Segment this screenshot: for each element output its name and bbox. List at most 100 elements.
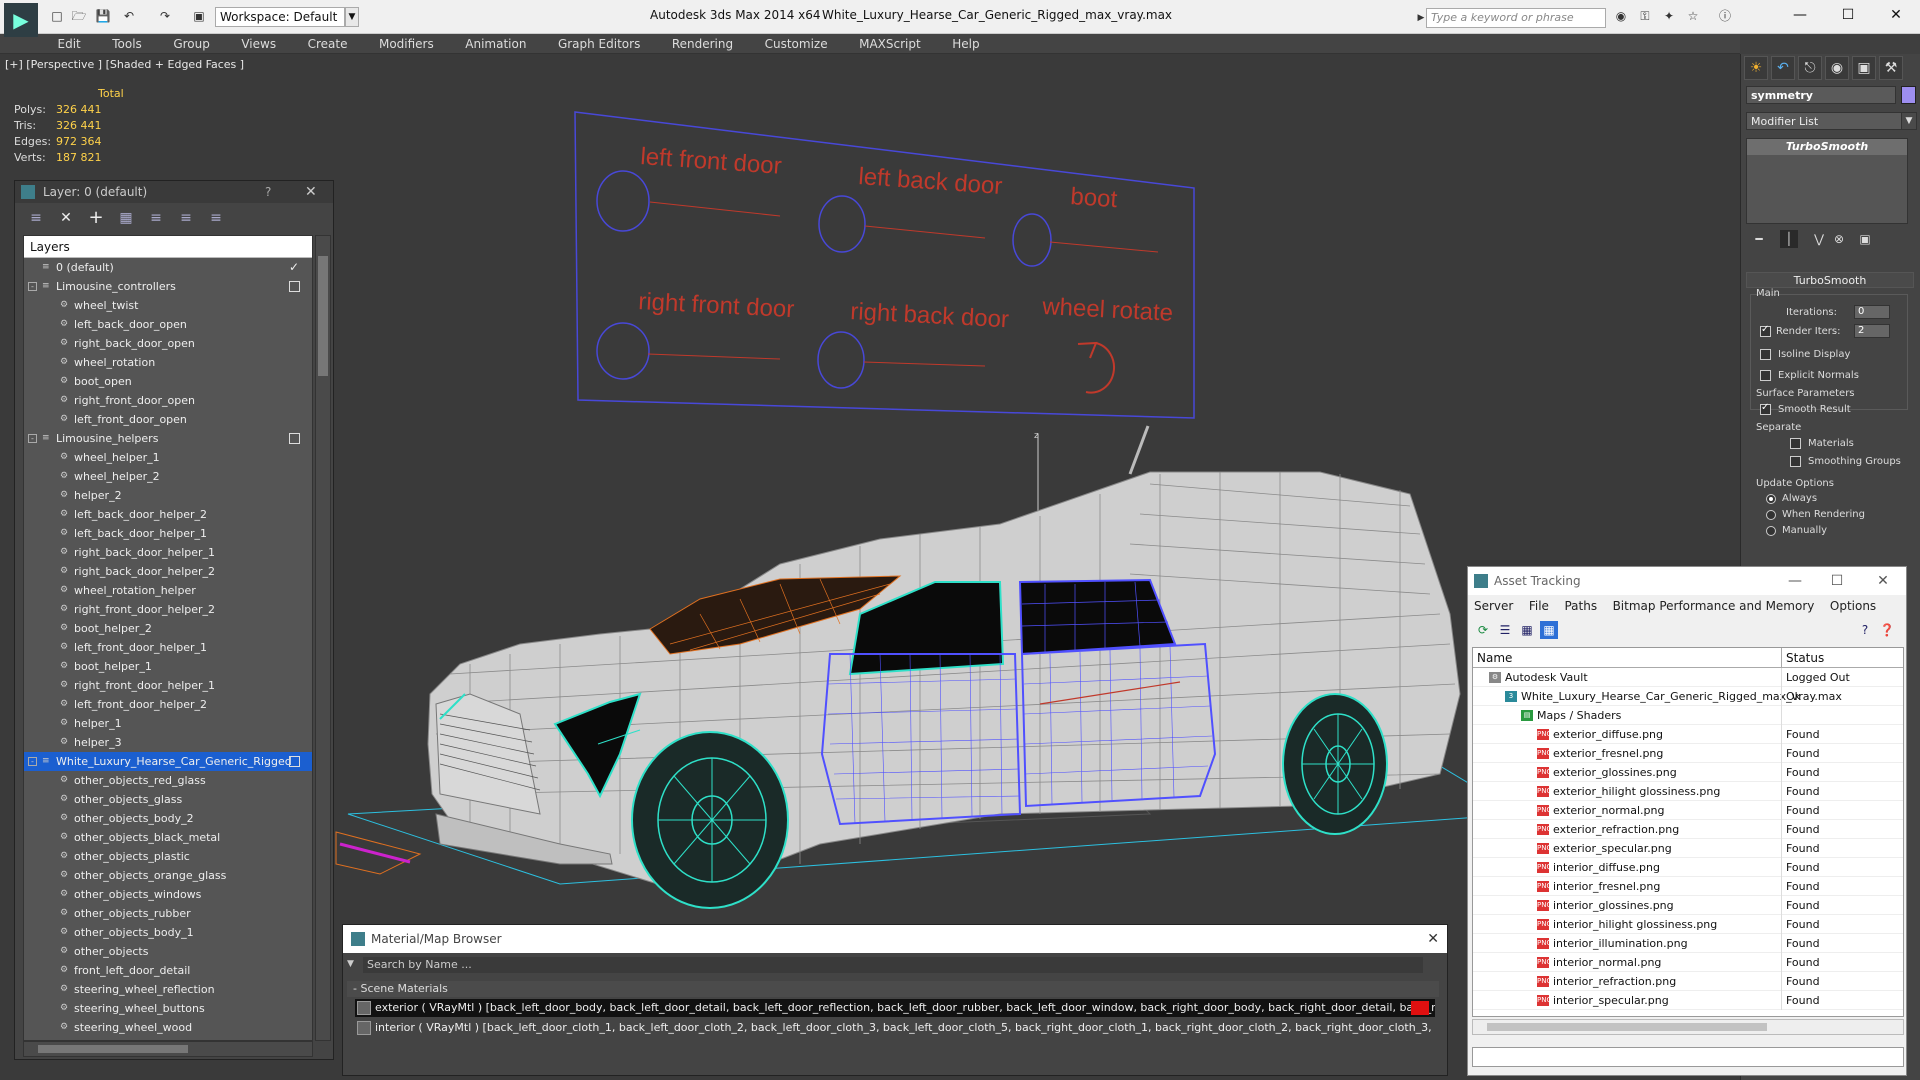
asset-row[interactable]: PNG interior_illumination.png Found — [1473, 934, 1903, 953]
search-input[interactable]: Search by Name ... — [363, 957, 1423, 973]
asset-row[interactable]: PNG interior_hilight glossiness.png Found — [1473, 915, 1903, 934]
make-current-checkbox[interactable] — [289, 756, 300, 767]
highlight-layer-icon[interactable]: ≡ — [147, 209, 165, 227]
asset-row[interactable]: ▤ Maps / Shaders — [1473, 706, 1903, 725]
show-end-result-icon[interactable]: │ — [1780, 230, 1798, 248]
list-view-icon[interactable]: ☰ — [1496, 621, 1514, 639]
maximize-button[interactable]: ☐ — [1828, 4, 1868, 26]
asset-row[interactable]: PNG interior_normal.png Found — [1473, 953, 1903, 972]
material-row-exterior[interactable]: exterior ( VRayMtl ) [back_left_door_bod… — [355, 999, 1435, 1017]
layer-row[interactable]: ⚙ boot_open — [24, 372, 312, 391]
layer-row[interactable]: ⚙ other_objects_windows — [24, 885, 312, 904]
layer-row[interactable]: ⚙ right_front_door_helper_2 — [24, 600, 312, 619]
menu-edit[interactable]: Edit — [44, 34, 95, 54]
asset-row[interactable]: ⚙ Autodesk Vault Logged Out — [1473, 668, 1903, 687]
help-icon[interactable]: ⓘ — [1716, 8, 1734, 24]
modifier-list-dropdown[interactable]: Modifier List — [1746, 112, 1904, 130]
materials-checkbox[interactable] — [1790, 438, 1801, 449]
utilities-tab-icon[interactable]: ⚒ — [1879, 56, 1903, 80]
make-current-checkbox[interactable] — [289, 433, 300, 444]
layer-row[interactable]: ⚙ boot_helper_1 — [24, 657, 312, 676]
layer-row[interactable]: ⚙ wheel_twist — [24, 296, 312, 315]
menu-graph-editors[interactable]: Graph Editors — [544, 34, 654, 54]
layer-row[interactable]: ⚙ other_objects_glass — [24, 790, 312, 809]
asset-row[interactable]: PNG interior_fresnel.png Found — [1473, 877, 1903, 896]
explicit-normals-checkbox[interactable] — [1760, 370, 1771, 381]
layer-row[interactable]: ⚙ right_back_door_open — [24, 334, 312, 353]
project-folder-icon[interactable]: ▣ — [190, 8, 208, 24]
modifier-stack[interactable]: TurboSmooth — [1746, 138, 1908, 224]
create-tab-icon[interactable]: ☀ — [1744, 56, 1768, 80]
menu-help[interactable]: Help — [938, 34, 993, 54]
layer-row[interactable]: ⚙ wheel_helper_1 — [24, 448, 312, 467]
layer-row[interactable]: ⚙ steering_wheel_reflection — [24, 980, 312, 999]
asset-row[interactable]: PNG interior_diffuse.png Found — [1473, 858, 1903, 877]
make-unique-icon[interactable]: ⋁ — [1810, 230, 1828, 248]
modifier-stack-item[interactable]: TurboSmooth — [1747, 139, 1907, 155]
col-name[interactable]: Name — [1477, 648, 1512, 668]
undo-icon[interactable]: ↶ — [120, 8, 138, 24]
close-icon[interactable]: ✕ — [1427, 925, 1439, 953]
key-icon[interactable]: ⚿ — [1636, 8, 1654, 24]
layer-row[interactable]: ⚙ left_front_door_helper_1 — [24, 638, 312, 657]
collapse-icon[interactable]: - — [28, 757, 37, 766]
layer-row[interactable]: - ≡ Limousine_controllers — [24, 277, 312, 296]
layers-column-header[interactable]: Layers — [24, 236, 312, 258]
menu-animation[interactable]: Animation — [451, 34, 540, 54]
layer-row[interactable]: ⚙ left_back_door_open — [24, 315, 312, 334]
isoline-display-checkbox[interactable] — [1760, 349, 1771, 360]
close-icon[interactable]: ✕ — [305, 181, 317, 203]
close-button[interactable]: ✕ — [1864, 567, 1902, 595]
horizontal-scrollbar[interactable] — [23, 1041, 313, 1057]
scene-materials-group[interactable]: - Scene Materials — [347, 981, 1439, 997]
when-rendering-radio[interactable] — [1766, 510, 1776, 520]
thumbnail-view-icon[interactable]: ▦ — [1518, 621, 1536, 639]
layers-icon[interactable]: ≡ — [27, 209, 45, 227]
menu-tools[interactable]: Tools — [98, 34, 156, 54]
freeze-all-layers-icon[interactable]: ≡ — [207, 209, 225, 227]
layer-row[interactable]: ⚙ other_objects_body_1 — [24, 923, 312, 942]
rig-control-panel[interactable]: left front door left back door boot righ… — [574, 111, 1195, 419]
iterations-spinner[interactable]: 0 — [1854, 305, 1890, 319]
asset-row[interactable]: PNG exterior_normal.png Found — [1473, 801, 1903, 820]
chevron-down-icon[interactable]: ▼ — [345, 7, 359, 27]
menu-views[interactable]: Views — [227, 34, 290, 54]
hearse-car-model[interactable] — [427, 471, 1461, 909]
app-logo-icon[interactable]: ▶ — [4, 3, 38, 37]
open-file-icon[interactable]: 🗁 — [70, 8, 88, 24]
layer-row[interactable]: ⚙ other_objects_orange_glass — [24, 866, 312, 885]
layer-row[interactable]: ⚙ other_objects_black_metal — [24, 828, 312, 847]
collapse-icon[interactable]: - — [28, 282, 37, 291]
layer-row[interactable]: ⚙ wheel_rotation — [24, 353, 312, 372]
render-iters-spinner[interactable]: 2 — [1854, 324, 1890, 338]
render-iters-checkbox[interactable] — [1760, 324, 1771, 337]
viewport-label[interactable]: [+] [Perspective ] [Shaded + Edged Faces… — [5, 58, 244, 71]
asset-row[interactable]: PNG exterior_specular.png Found — [1473, 839, 1903, 858]
asset-row[interactable]: PNG interior_glossines.png Found — [1473, 896, 1903, 915]
layer-row[interactable]: - ≡ Limousine_helpers — [24, 429, 312, 448]
layer-row[interactable]: ⚙ other_objects_body_2 — [24, 809, 312, 828]
chevron-down-icon[interactable]: ▼ — [347, 959, 354, 969]
hierarchy-tab-icon[interactable]: ⎋ — [1798, 56, 1822, 80]
hide-all-layers-icon[interactable]: ≡ — [177, 209, 195, 227]
object-color-swatch[interactable] — [1901, 86, 1916, 104]
asset-row[interactable]: PNG interior_specular.png Found — [1473, 991, 1903, 1010]
menu-customize[interactable]: Customize — [751, 34, 842, 54]
minimize-button[interactable]: — — [1776, 567, 1814, 595]
highlight-editable-icon[interactable]: ❓ — [1878, 621, 1896, 639]
modify-tab-icon[interactable]: ↶ — [1771, 56, 1795, 80]
display-tab-icon[interactable]: ▣ — [1852, 56, 1876, 80]
redo-icon[interactable]: ↷ — [156, 8, 174, 24]
asset-row[interactable]: 3 White_Luxury_Hearse_Car_Generic_Rigged_… — [1473, 687, 1903, 706]
delete-layer-icon[interactable]: ✕ — [57, 209, 75, 227]
menu-server[interactable]: Server — [1468, 599, 1519, 613]
close-button[interactable]: ✕ — [1876, 4, 1916, 26]
layer-row[interactable]: ⚙ right_front_door_open — [24, 391, 312, 410]
vertical-scrollbar[interactable] — [315, 235, 331, 1041]
configure-modifier-sets-icon[interactable]: ▣ — [1856, 230, 1874, 248]
smoothing-groups-checkbox[interactable] — [1790, 456, 1801, 467]
motion-tab-icon[interactable]: ◉ — [1825, 56, 1849, 80]
pin-stack-icon[interactable]: ━ — [1750, 230, 1768, 248]
minimize-button[interactable]: — — [1780, 4, 1820, 26]
table-view-icon[interactable]: ▦ — [1540, 621, 1558, 639]
